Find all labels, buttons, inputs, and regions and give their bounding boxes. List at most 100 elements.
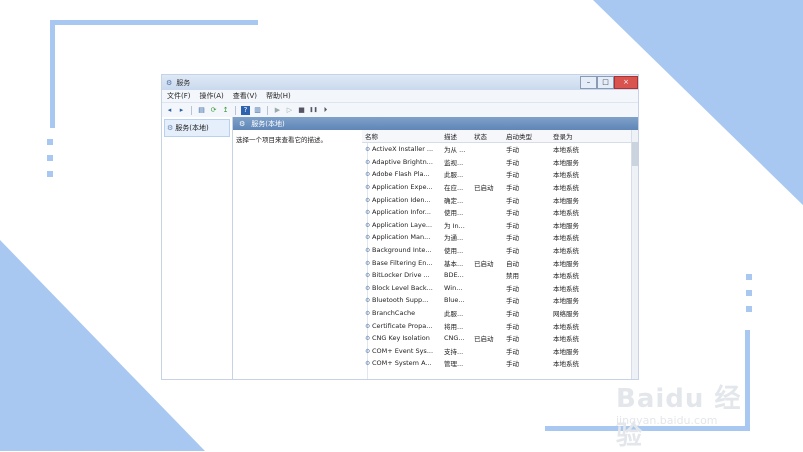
table-row[interactable]: ⚙ Base Filtering En... 基本... 已启动 自动 本地服务 [362, 256, 638, 269]
table-row[interactable]: ⚙ ActiveX Installer ... 为从 ... 手动 本地系统 [362, 143, 638, 156]
close-button[interactable]: × [614, 76, 638, 89]
service-description: Blue... [444, 296, 465, 305]
service-startup-type: 手动 [506, 221, 519, 230]
service-log-on-as: 本地系统 [553, 322, 579, 331]
vertical-scrollbar[interactable] [631, 130, 638, 379]
service-name: BranchCache [372, 309, 416, 318]
description-text: 选择一个项目来查看它的描述。 [236, 136, 327, 144]
console-tree-icon[interactable]: ▤ [197, 106, 206, 115]
play-icon[interactable]: ▷ [285, 106, 294, 115]
service-description: 此服... [444, 171, 464, 180]
scrollbar-thumb[interactable] [632, 142, 638, 166]
table-row[interactable]: ⚙ Bluetooth Supp... Blue... 手动 本地服务 [362, 294, 638, 307]
table-row[interactable]: ⚙ Application Laye... 为 In... 手动 本地服务 [362, 219, 638, 232]
service-log-on-as: 本地服务 [553, 347, 579, 356]
service-name-cell: ⚙ BitLocker Drive ... [362, 271, 441, 279]
service-startup-type: 手动 [506, 158, 519, 167]
service-name-cell: ⚙ Adobe Flash Pla... [362, 170, 441, 178]
service-log-on-as: 本地系统 [553, 272, 579, 281]
baidu-watermark: Baidu 经验 jingyan.baidu.com [616, 376, 766, 451]
service-log-on-as: 网络服务 [553, 310, 579, 319]
forward-icon[interactable]: ▸ [177, 106, 186, 115]
decorative-bar-left [50, 20, 55, 128]
menu-action[interactable]: 操作(A) [200, 91, 224, 101]
table-row[interactable]: ⚙ COM+ Event Sys... 支持... 手动 本地服务 [362, 345, 638, 358]
table-row[interactable]: ⚙ BranchCache 此服... 手动 网络服务 [362, 307, 638, 320]
service-description: 支持... [444, 347, 464, 356]
service-gear-icon: ⚙ [365, 272, 371, 280]
table-row[interactable]: ⚙ BitLocker Drive ... BDE... 禁用 本地系统 [362, 269, 638, 282]
pause-icon[interactable]: ❚❚ [309, 106, 318, 115]
column-header-description[interactable]: 描述 [441, 131, 471, 141]
services-pane-title: 服务(本地) [251, 119, 285, 128]
service-description: 监视... [444, 158, 464, 167]
service-startup-type: 手动 [506, 209, 519, 218]
service-description: 在应... [444, 184, 464, 193]
decorative-square [746, 306, 752, 312]
column-header-startup-type[interactable]: 启动类型 [503, 131, 550, 141]
services-window: ⚙ 服务 – □ × 文件(F) 操作(A) 查看(V) 帮助(H) ◂ ▸ ▤… [161, 74, 639, 380]
maximize-button[interactable]: □ [597, 76, 614, 89]
minimize-button[interactable]: – [580, 76, 597, 89]
service-status: 已启动 [474, 259, 494, 268]
service-name-cell: ⚙ Bluetooth Supp... [362, 296, 441, 304]
service-startup-type: 禁用 [506, 272, 519, 281]
toolbar-separator [191, 105, 192, 115]
stop-icon[interactable]: ■ [297, 106, 306, 115]
column-header-name[interactable]: 名称 [362, 131, 441, 141]
table-row[interactable]: ⚙ Application Iden... 确定... 手动 本地服务 [362, 193, 638, 206]
column-header-status[interactable]: 状态 [471, 131, 503, 141]
service-name: Adobe Flash Pla... [372, 170, 430, 179]
services-list: 名称 描述 状态 启动类型 登录为 ⚙ ActiveX Installer ...… [362, 130, 638, 379]
service-gear-icon: ⚙ [365, 196, 371, 204]
service-gear-icon: ⚙ [365, 360, 371, 368]
service-gear-icon: ⚙ [365, 146, 371, 154]
service-startup-type: 手动 [506, 297, 519, 306]
table-row[interactable]: ⚙ Certificate Propa... 将用... 手动 本地系统 [362, 319, 638, 332]
service-startup-type: 手动 [506, 234, 519, 243]
service-name: Application Laye... [372, 220, 433, 229]
service-name-cell: ⚙ CNG Key Isolation [362, 334, 441, 342]
service-name-cell: ⚙ Application Infor... [362, 208, 441, 216]
back-icon[interactable]: ◂ [165, 106, 174, 115]
table-row[interactable]: ⚙ CNG Key Isolation CNG... 已启动 手动 本地系统 [362, 332, 638, 345]
menu-help[interactable]: 帮助(H) [266, 91, 291, 101]
service-name: Application Expe... [372, 183, 433, 192]
service-log-on-as: 本地系统 [553, 184, 579, 193]
export-icon[interactable]: ↥ [221, 106, 230, 115]
table-row[interactable]: ⚙ Background Inte... 使用... 手动 本地系统 [362, 244, 638, 257]
tree-item-services-local[interactable]: ⚙ 服务(本地) [164, 119, 230, 137]
table-row[interactable]: ⚙ Application Expe... 在应... 已启动 手动 本地系统 [362, 181, 638, 194]
help-icon[interactable]: ? [241, 105, 250, 115]
service-status: 已启动 [474, 335, 494, 344]
service-description: 为 In... [444, 221, 465, 230]
menu-file[interactable]: 文件(F) [167, 91, 191, 101]
table-row[interactable]: ⚙ Block Level Back... Win... 手动 本地系统 [362, 282, 638, 295]
service-name: CNG Key Isolation [372, 334, 430, 343]
service-log-on-as: 本地系统 [553, 234, 579, 243]
description-area: 选择一个项目来查看它的描述。 [233, 130, 368, 379]
service-name-cell: ⚙ Application Man... [362, 233, 441, 241]
service-log-on-as: 本地服务 [553, 196, 579, 205]
table-row[interactable]: ⚙ Adaptive Brightn... 监视... 手动 本地服务 [362, 156, 638, 169]
service-gear-icon: ⚙ [365, 347, 371, 355]
restart-icon[interactable]: ⏵ [321, 106, 330, 115]
table-row[interactable]: ⚙ Application Man... 为通... 手动 本地系统 [362, 231, 638, 244]
service-startup-type: 手动 [506, 335, 519, 344]
table-row[interactable]: ⚙ COM+ System A... 管理... 手动 本地系统 [362, 357, 638, 370]
service-name-cell: ⚙ Application Iden... [362, 196, 441, 204]
properties-icon[interactable]: ▥ [253, 106, 262, 115]
start-icon[interactable]: ▶ [273, 106, 282, 115]
table-row[interactable]: ⚙ Adobe Flash Pla... 此服... 手动 本地系统 [362, 168, 638, 181]
menu-view[interactable]: 查看(V) [233, 91, 257, 101]
service-name: Application Infor... [372, 208, 431, 217]
column-header-log-on-as[interactable]: 登录为 [550, 131, 633, 141]
title-bar[interactable]: ⚙ 服务 – □ × [162, 75, 638, 90]
service-name: Background Inte... [372, 246, 432, 255]
refresh-icon[interactable]: ⟳ [209, 106, 218, 115]
services-icon: ⚙ [239, 119, 246, 128]
service-name-cell: ⚙ COM+ System A... [362, 359, 441, 367]
service-gear-icon: ⚙ [365, 221, 371, 229]
table-row[interactable]: ⚙ Application Infor... 使用... 手动 本地系统 [362, 206, 638, 219]
service-log-on-as: 本地系统 [553, 146, 579, 155]
